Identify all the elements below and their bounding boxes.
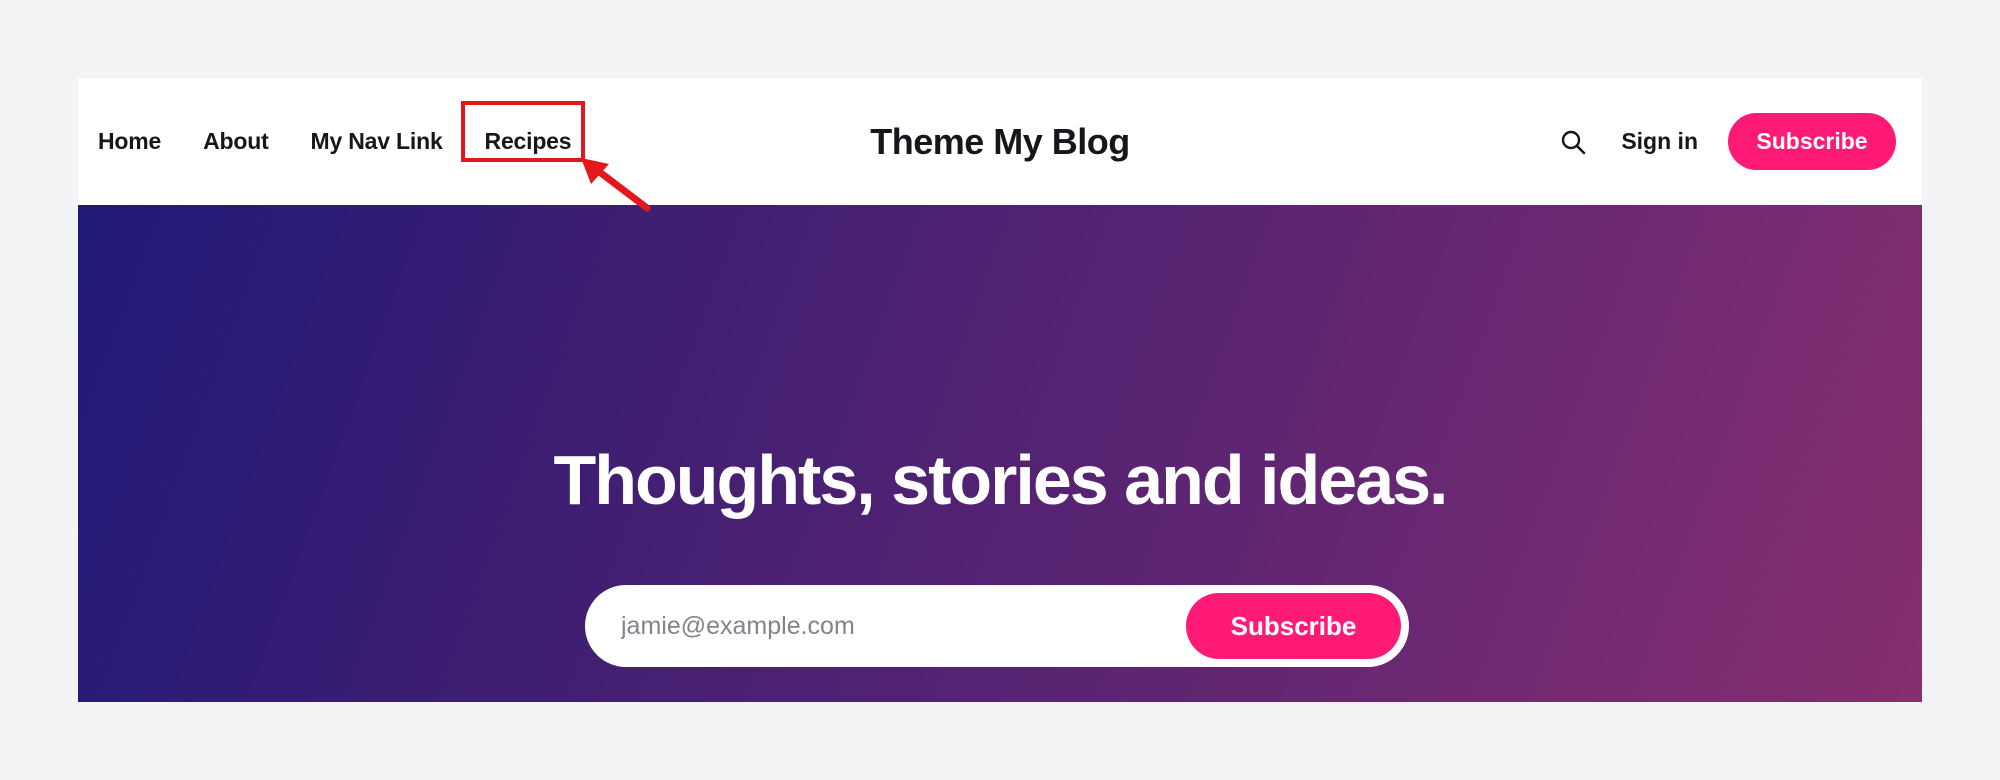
site-header: Home About My Nav Link Recipes Theme My … bbox=[78, 78, 1922, 205]
nav-link-about[interactable]: About bbox=[203, 128, 269, 155]
hero-title: Thoughts, stories and ideas. bbox=[553, 441, 1448, 519]
email-input[interactable] bbox=[585, 596, 1186, 656]
sign-in-link[interactable]: Sign in bbox=[1621, 128, 1698, 155]
site-title[interactable]: Theme My Blog bbox=[870, 121, 1130, 163]
header-subscribe-button[interactable]: Subscribe bbox=[1728, 113, 1896, 170]
page-frame: Home About My Nav Link Recipes Theme My … bbox=[78, 78, 1922, 702]
nav-link-recipes[interactable]: Recipes bbox=[485, 128, 572, 155]
search-icon bbox=[1562, 130, 1586, 154]
hero-subscribe-form: Subscribe bbox=[585, 585, 1409, 667]
nav-link-my-nav-link[interactable]: My Nav Link bbox=[311, 128, 443, 155]
search-button[interactable] bbox=[1553, 122, 1593, 162]
header-actions: Sign in Subscribe bbox=[1553, 78, 1896, 205]
main-nav: Home About My Nav Link Recipes bbox=[98, 78, 572, 205]
nav-link-home[interactable]: Home bbox=[98, 128, 161, 155]
hero-section: Thoughts, stories and ideas. Subscribe bbox=[78, 205, 1922, 702]
hero-subscribe-button[interactable]: Subscribe bbox=[1186, 593, 1401, 659]
